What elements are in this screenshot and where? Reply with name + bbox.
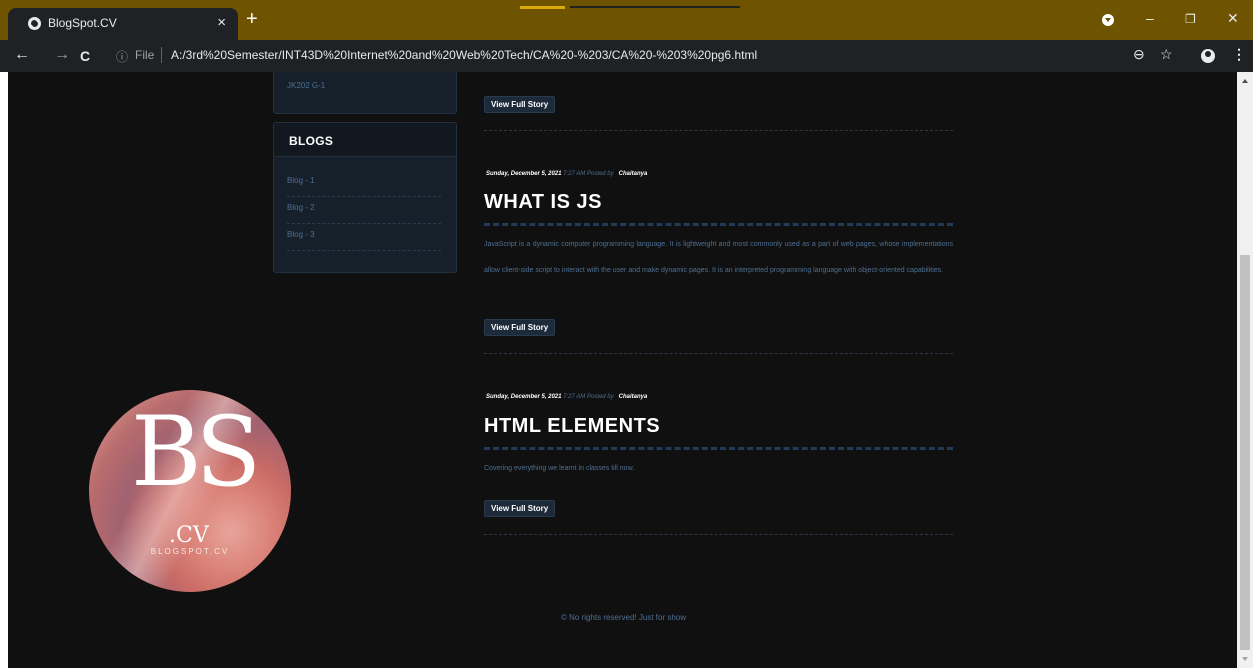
- post-meta: Sunday, December 5, 2021 7:27 AM Posted …: [486, 394, 647, 400]
- post-author[interactable]: Chaitanya: [619, 394, 648, 400]
- browser-tab[interactable]: BlogSpot.CV ×: [8, 8, 238, 40]
- sidebar-info-text: JK202 G-1: [287, 81, 326, 90]
- logo-caption: BLOGSPOT.CV: [150, 547, 230, 556]
- scrollbar-thumb[interactable]: [1240, 255, 1250, 650]
- post-title[interactable]: WHAT IS JS: [484, 191, 602, 214]
- browser-toolbar: ← → C ⓘ File A:/3rd%20Semester/INT43D%20…: [0, 40, 1253, 72]
- view-full-story-button[interactable]: View Full Story: [484, 319, 556, 336]
- scroll-up-arrow-icon[interactable]: [1242, 79, 1248, 83]
- blogspot-logo: BS .CV BLOGSPOT.CV: [89, 390, 291, 592]
- view-full-story-button[interactable]: View Full Story: [484, 500, 556, 517]
- blog-link-item[interactable]: Blog - 1: [287, 170, 441, 197]
- blog-link-item[interactable]: Blog - 3: [287, 224, 441, 251]
- blog-link-2[interactable]: Blog - 2: [287, 203, 315, 212]
- title-underline: [484, 447, 953, 450]
- profile-avatar-icon[interactable]: [1201, 49, 1215, 63]
- address-divider: [161, 47, 162, 63]
- restore-button[interactable]: ❐: [1185, 12, 1196, 26]
- back-button[interactable]: ←: [14, 46, 30, 64]
- tab-close-icon[interactable]: ×: [217, 14, 226, 31]
- close-window-button[interactable]: ✕: [1227, 10, 1239, 27]
- blog-link-item[interactable]: Blog - 2: [287, 197, 441, 224]
- blog-link-1[interactable]: Blog - 1: [287, 176, 315, 185]
- scroll-down-arrow-icon[interactable]: [1242, 657, 1248, 661]
- bookmark-star-icon[interactable]: ☆: [1160, 46, 1173, 63]
- page-viewport: JK202 G-1 BLOGS Blog - 1 Blog - 2 Blog -…: [8, 72, 1237, 668]
- post-body: Covering everything we learnt in classes…: [484, 465, 635, 472]
- browser-menu-icon[interactable]: ⋮: [1232, 46, 1246, 63]
- zoom-icon[interactable]: ⊖: [1133, 46, 1145, 63]
- minimize-button[interactable]: –: [1146, 10, 1154, 26]
- logo-letters: BS: [131, 396, 261, 508]
- post-meta: Sunday, December 5, 2021 7:27 AM Posted …: [486, 171, 647, 177]
- title-underline: [484, 223, 953, 226]
- footer-text: © No rights reserved! Just for show: [560, 613, 687, 622]
- post-time: 7:27 AM Posted by: [563, 171, 614, 177]
- post-author[interactable]: Chaitanya: [619, 171, 648, 177]
- post-time: 7:27 AM Posted by: [563, 394, 614, 400]
- reload-button[interactable]: C: [80, 48, 90, 64]
- titlebar-strip-dark: [570, 6, 740, 8]
- view-full-story-button[interactable]: View Full Story: [484, 96, 556, 113]
- post-title[interactable]: HTML ELEMENTS: [484, 415, 660, 438]
- blogs-widget-header: BLOGS: [274, 123, 456, 157]
- post-date: Sunday, December 5, 2021: [486, 394, 562, 400]
- url-text[interactable]: A:/3rd%20Semester/INT43D%20Internet%20an…: [171, 48, 757, 62]
- post-separator: [484, 130, 953, 131]
- profile-dropdown-icon[interactable]: [1102, 14, 1114, 26]
- address-bar[interactable]: ⓘ File A:/3rd%20Semester/INT43D%20Intern…: [110, 44, 1118, 68]
- post-body: JavaScript is a dynamic computer program…: [484, 241, 953, 274]
- tab-title: BlogSpot.CV: [48, 16, 117, 30]
- post-separator: [484, 534, 953, 535]
- logo-suffix: .CV: [169, 523, 209, 548]
- post-date: Sunday, December 5, 2021: [486, 171, 562, 177]
- post-separator: [484, 353, 953, 354]
- browser-titlebar: BlogSpot.CV × + – ❐ ✕: [0, 0, 1253, 40]
- sidebar-info-box: JK202 G-1: [273, 72, 457, 114]
- page-scrollbar[interactable]: [1237, 72, 1253, 668]
- globe-icon: [28, 17, 41, 30]
- info-icon[interactable]: ⓘ: [116, 48, 128, 65]
- blogs-heading: BLOGS: [289, 134, 334, 148]
- page-footer: © No rights reserved! Just for show: [8, 613, 1237, 622]
- titlebar-strip: [520, 6, 565, 9]
- new-tab-button[interactable]: +: [246, 9, 258, 29]
- blogs-widget: BLOGS Blog - 1 Blog - 2 Blog - 3: [273, 122, 457, 273]
- address-scheme: File: [135, 48, 155, 62]
- forward-button[interactable]: →: [54, 46, 70, 64]
- blog-link-3[interactable]: Blog - 3: [287, 230, 315, 239]
- blog-link-list: Blog - 1 Blog - 2 Blog - 3: [287, 170, 441, 251]
